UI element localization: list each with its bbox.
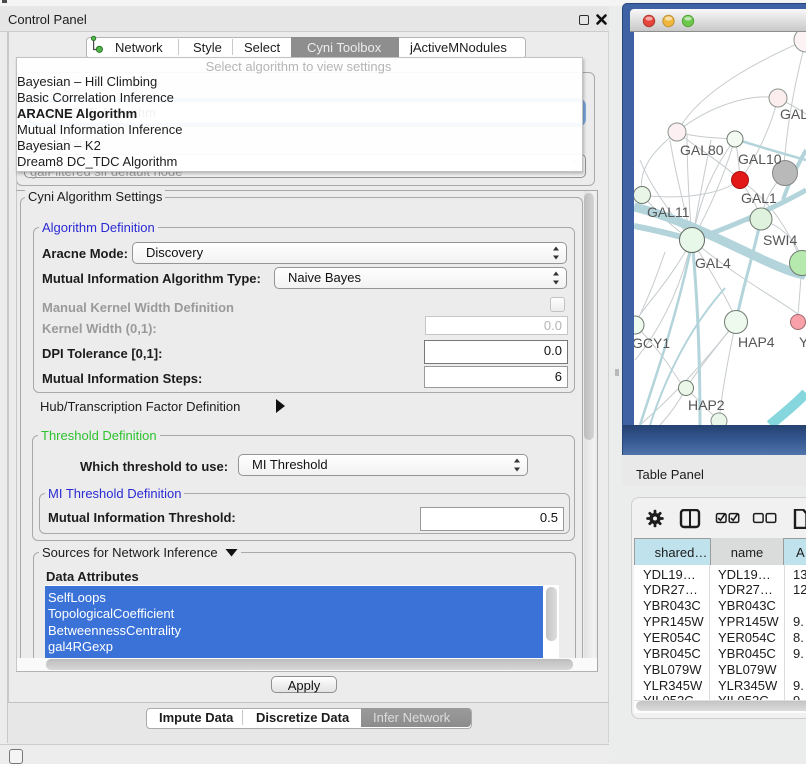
svg-text:GAL80: GAL80 <box>680 142 724 158</box>
svg-text:GCY1: GCY1 <box>634 335 670 351</box>
svg-text:GAL4: GAL4 <box>695 255 731 271</box>
svg-text:GAL: GAL <box>780 106 806 122</box>
svg-text:HAP2: HAP2 <box>688 397 725 413</box>
svg-text:Y: Y <box>799 334 806 350</box>
svg-text:SWI4: SWI4 <box>763 232 797 248</box>
svg-text:HAP4: HAP4 <box>738 334 775 350</box>
svg-text:GAL11: GAL11 <box>647 204 690 220</box>
svg-text:GAL1: GAL1 <box>741 190 777 206</box>
svg-text:GAL10: GAL10 <box>738 151 782 167</box>
